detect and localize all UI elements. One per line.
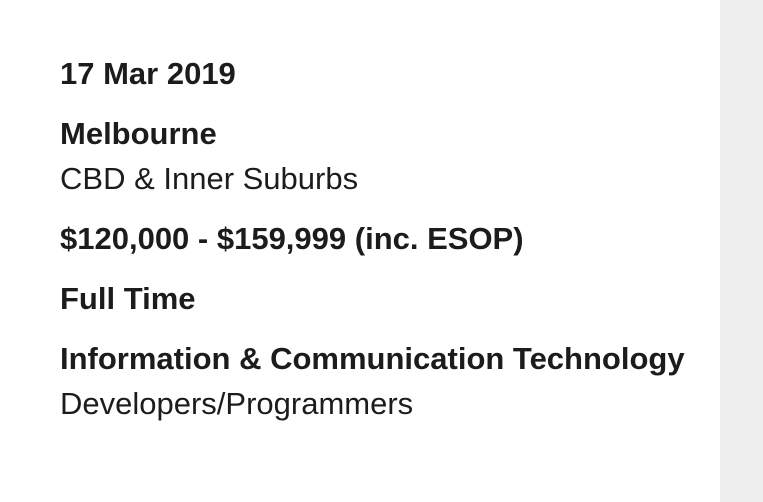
listed-date-block: 17 Mar 2019 — [60, 51, 700, 96]
page: 17 Mar 2019 Melbourne CBD & Inner Suburb… — [0, 0, 763, 502]
salary: $120,000 - $159,999 (inc. ESOP) — [60, 221, 524, 256]
work-type: Full Time — [60, 281, 196, 316]
sub-classification-link[interactable]: Developers/Programmers — [60, 381, 700, 426]
work-type-block: Full Time — [60, 276, 700, 321]
location-link[interactable]: Melbourne — [60, 111, 700, 156]
listed-date: 17 Mar 2019 — [60, 56, 236, 91]
classification-link[interactable]: Information & Communication Technology — [60, 336, 700, 381]
job-meta-list: 17 Mar 2019 Melbourne CBD & Inner Suburb… — [60, 51, 700, 426]
job-details-panel: 17 Mar 2019 Melbourne CBD & Inner Suburb… — [0, 0, 720, 502]
area-link[interactable]: CBD & Inner Suburbs — [60, 156, 700, 201]
side-panel — [720, 0, 763, 502]
location-block: Melbourne CBD & Inner Suburbs — [60, 111, 700, 201]
classification-block: Information & Communication Technology D… — [60, 336, 700, 426]
salary-block: $120,000 - $159,999 (inc. ESOP) — [60, 216, 700, 261]
